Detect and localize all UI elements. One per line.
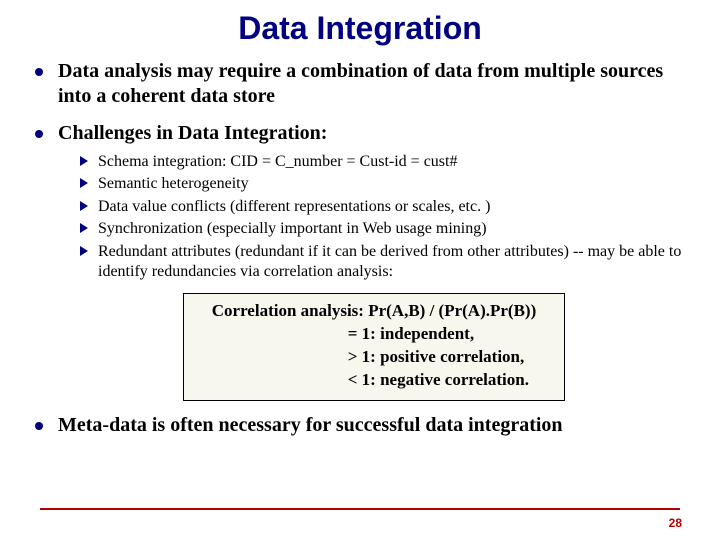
bullet-list: Data analysis may require a combination … xyxy=(30,59,690,438)
sub-text: Synchronization (especially important in… xyxy=(98,220,487,237)
sub-text: Data value conflicts (different represen… xyxy=(98,198,490,215)
callout-line: < 1: negative correlation. xyxy=(212,369,537,392)
sub-item: Semantic heterogeneity xyxy=(80,174,690,194)
sub-item: Redundant attributes (redundant if it ca… xyxy=(80,242,690,283)
bullet-text: Challenges in Data Integration: xyxy=(58,122,327,144)
footer-rule xyxy=(40,508,680,510)
bullet-text: Data analysis may require a combination … xyxy=(58,60,663,107)
sub-item: Schema integration: CID = C_number = Cus… xyxy=(80,152,690,172)
correlation-callout: Correlation analysis: Pr(A,B) / (Pr(A).P… xyxy=(183,293,566,401)
sub-item: Synchronization (especially important in… xyxy=(80,219,690,239)
callout-row: Correlation analysis: Pr(A,B) / (Pr(A).P… xyxy=(58,293,690,401)
sub-item: Data value conflicts (different represen… xyxy=(80,197,690,217)
slide: Data Integration Data analysis may requi… xyxy=(0,0,720,540)
bullet-item: Challenges in Data Integration: Schema i… xyxy=(30,121,690,401)
page-number: 28 xyxy=(669,516,682,530)
bullet-item: Meta-data is often necessary for success… xyxy=(30,413,690,438)
sub-text: Schema integration: CID = C_number = Cus… xyxy=(98,153,457,170)
sub-list: Schema integration: CID = C_number = Cus… xyxy=(58,152,690,283)
callout-line: > 1: positive correlation, xyxy=(212,346,537,369)
callout-line: = 1: independent, xyxy=(212,323,537,346)
sub-text: Redundant attributes (redundant if it ca… xyxy=(98,243,681,280)
callout-line: Correlation analysis: Pr(A,B) / (Pr(A).P… xyxy=(212,300,537,323)
bullet-text: Meta-data is often necessary for success… xyxy=(58,414,563,436)
slide-title: Data Integration xyxy=(30,10,690,47)
bullet-item: Data analysis may require a combination … xyxy=(30,59,690,109)
sub-text: Semantic heterogeneity xyxy=(98,175,249,192)
